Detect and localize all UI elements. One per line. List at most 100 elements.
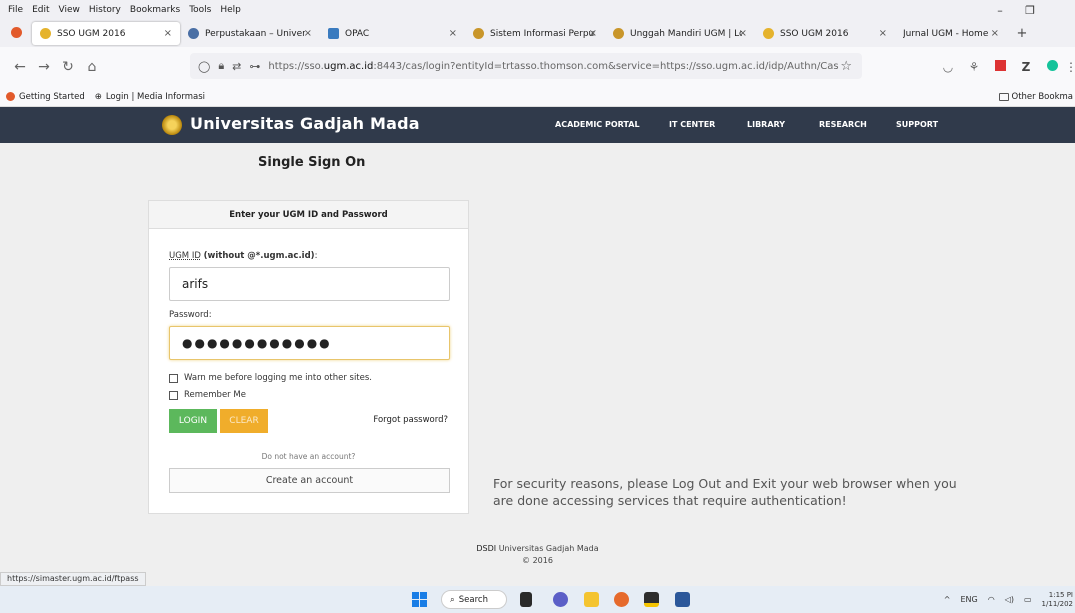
- search-icon: ⌕: [450, 594, 455, 605]
- close-tab-icon[interactable]: ×: [164, 28, 172, 39]
- sticky-notes-icon[interactable]: [644, 592, 659, 607]
- remember-checkbox[interactable]: [169, 390, 178, 400]
- footer-org: DSDI Universitas Gadjah Mada: [0, 544, 1075, 553]
- language-indicator[interactable]: ENG: [960, 595, 977, 604]
- password-field[interactable]: ●●●●●●●●●●●●: [169, 326, 450, 360]
- pocket-icon[interactable]: ◡: [935, 60, 961, 74]
- firefox-view-icon[interactable]: [0, 26, 32, 41]
- teams-chat-icon[interactable]: [553, 592, 568, 607]
- shield-icon[interactable]: ◯: [198, 60, 210, 73]
- bookmark-login-media[interactable]: ⊕ Login | Media Informasi: [95, 92, 205, 102]
- remember-checkbox-label[interactable]: Remember Me: [184, 390, 246, 400]
- ugm-id-label-text: UGM ID: [169, 251, 201, 261]
- nav-research[interactable]: RESEARCH: [819, 120, 867, 129]
- close-tab-icon[interactable]: ×: [879, 28, 887, 39]
- wifi-icon[interactable]: ◠: [988, 595, 995, 604]
- taskbar-clock[interactable]: 1:15 PI 1/11/202: [1042, 591, 1073, 609]
- tab-perpustakaan[interactable]: Perpustakaan – Universitas ×: [180, 20, 320, 47]
- other-bookmarks[interactable]: Other Bookma: [998, 91, 1073, 102]
- nav-it-center[interactable]: IT CENTER: [669, 120, 715, 129]
- bookmark-star-icon[interactable]: ☆: [840, 59, 852, 74]
- menu-help[interactable]: Help: [220, 5, 241, 15]
- tab-sistem-informasi[interactable]: Sistem Informasi Perpustak ×: [465, 20, 605, 47]
- site-name[interactable]: Universitas Gadjah Mada: [190, 114, 420, 133]
- tab-label: Unggah Mandiri UGM | Log: [630, 28, 742, 39]
- tab-opac[interactable]: OPAC ×: [320, 20, 465, 47]
- ugm-logo-icon[interactable]: [162, 115, 182, 135]
- windows-start-icon[interactable]: [412, 592, 427, 607]
- bookmark-getting-started[interactable]: Getting Started: [6, 92, 85, 102]
- menu-file[interactable]: File: [8, 5, 23, 15]
- word-icon[interactable]: [675, 592, 690, 607]
- menu-edit[interactable]: Edit: [32, 5, 49, 15]
- battery-icon[interactable]: ▭: [1024, 595, 1032, 604]
- warn-checkbox[interactable]: [169, 373, 178, 383]
- tab-label: OPAC: [345, 28, 370, 39]
- tab-sso-ugm[interactable]: SSO UGM 2016 ×: [32, 22, 180, 45]
- tab-jurnal-ugm[interactable]: Jurnal UGM - Home ×: [895, 20, 1007, 47]
- warn-checkbox-label[interactable]: Warn me before logging me into other sit…: [184, 373, 372, 383]
- other-bookmarks-label: Other Bookma: [1011, 91, 1073, 102]
- minimize-icon[interactable]: –: [985, 4, 1015, 17]
- menu-view[interactable]: View: [59, 5, 80, 15]
- close-tab-icon[interactable]: ×: [739, 28, 747, 39]
- system-tray: ^ ENG ◠ ◁) ▭ 1:15 PI 1/11/202: [944, 586, 1075, 613]
- nav-academic-portal[interactable]: ACADEMIC PORTAL: [555, 120, 640, 129]
- back-icon[interactable]: ←: [8, 59, 32, 75]
- tab-sso-ugm-2[interactable]: SSO UGM 2016 ×: [755, 20, 895, 47]
- folder-icon: [998, 92, 1009, 101]
- new-tab-icon[interactable]: +: [1007, 26, 1037, 41]
- close-tab-icon[interactable]: ×: [991, 28, 999, 39]
- ugm-id-field[interactable]: arifs: [169, 267, 450, 301]
- key-icon[interactable]: ⊶: [249, 60, 260, 73]
- url-bar[interactable]: ◯ 🔒︎ ⇄ ⊶ https://sso.ugm.ac.id:8443/cas/…: [190, 53, 862, 79]
- remember-checkbox-row[interactable]: Remember Me: [169, 390, 246, 400]
- ugm-favicon-icon: [473, 28, 484, 39]
- close-tab-icon[interactable]: ×: [449, 28, 457, 39]
- url-text: https://sso.ugm.ac.id:8443/cas/login?ent…: [268, 60, 839, 72]
- ugm-id-label: UGM ID (without @*.ugm.ac.id):: [169, 251, 317, 261]
- pdf-extension-icon[interactable]: [987, 60, 1013, 74]
- menu-bookmarks[interactable]: Bookmarks: [130, 5, 180, 15]
- volume-icon[interactable]: ◁): [1005, 595, 1014, 604]
- extension-icon[interactable]: ⚘: [961, 60, 987, 74]
- create-account-button[interactable]: Create an account: [169, 468, 450, 493]
- close-tab-icon[interactable]: ×: [589, 28, 597, 39]
- home-icon[interactable]: ⌂: [80, 59, 104, 75]
- forward-icon[interactable]: →: [32, 59, 56, 75]
- firefox-taskbar-icon[interactable]: [614, 592, 629, 607]
- warn-checkbox-row[interactable]: Warn me before logging me into other sit…: [169, 373, 372, 383]
- reload-icon[interactable]: ↻: [56, 59, 80, 75]
- windows-taskbar: ⌕ Search ^ ENG ◠ ◁) ▭ 1:15 PI 1/11/202: [0, 586, 1075, 613]
- close-tab-icon[interactable]: ×: [304, 28, 312, 39]
- lock-icon[interactable]: 🔒︎: [218, 59, 224, 73]
- ugm-id-hint: (without @*.ugm.ac.id): [203, 251, 315, 261]
- taskbar-search[interactable]: ⌕ Search: [441, 590, 507, 609]
- login-panel-heading: Enter your UGM ID and Password: [149, 201, 468, 229]
- tray-overflow-icon[interactable]: ^: [944, 595, 951, 604]
- task-view-icon[interactable]: [520, 592, 532, 607]
- footer-dsdi: DSDI: [476, 544, 497, 553]
- navigation-bar: ← → ↻ ⌂ ◯ 🔒︎ ⇄ ⊶ https://sso.ugm.ac.id:8…: [0, 47, 1075, 87]
- menu-history[interactable]: History: [89, 5, 121, 15]
- zotero-icon[interactable]: Z: [1013, 60, 1039, 74]
- nav-library[interactable]: LIBRARY: [747, 120, 785, 129]
- site-header: Universitas Gadjah Mada ACADEMIC PORTAL …: [0, 107, 1075, 143]
- forgot-password-link[interactable]: Forgot password?: [373, 415, 448, 425]
- file-explorer-icon[interactable]: [584, 592, 599, 607]
- restore-icon[interactable]: ❐: [1015, 4, 1045, 17]
- login-button[interactable]: LOGIN: [169, 409, 217, 433]
- extensions-toolbar: ◡ ⚘ Z ⋮: [935, 47, 1075, 87]
- clear-button[interactable]: CLEAR: [220, 409, 268, 433]
- link-status-bar: https://simaster.ugm.ac.id/ftpass: [0, 572, 146, 586]
- overflow-menu-icon[interactable]: ⋮: [1065, 60, 1075, 74]
- tab-unggah-mandiri[interactable]: Unggah Mandiri UGM | Log ×: [605, 20, 755, 47]
- grammarly-icon[interactable]: [1039, 60, 1065, 74]
- bookmarks-bar: Getting Started ⊕ Login | Media Informas…: [0, 87, 1075, 107]
- menu-tools[interactable]: Tools: [189, 5, 211, 15]
- nav-support[interactable]: SUPPORT: [896, 120, 938, 129]
- ugm-favicon-icon: [40, 28, 51, 39]
- page-title: Single Sign On: [258, 155, 366, 170]
- globe-icon: ⊕: [94, 91, 102, 102]
- permissions-icon[interactable]: ⇄: [232, 60, 241, 73]
